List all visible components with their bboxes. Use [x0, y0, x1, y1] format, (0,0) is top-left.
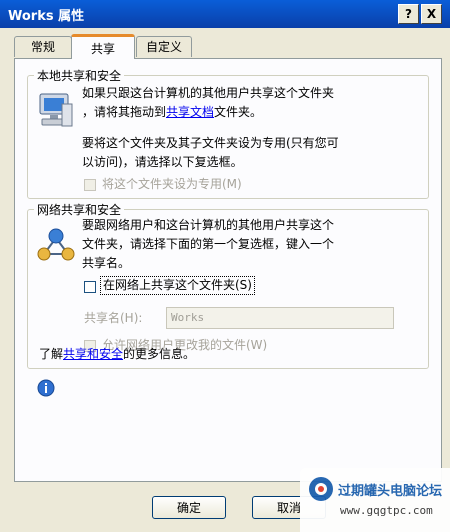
tab-custom[interactable]: 自定义 [136, 36, 192, 57]
sharing-security-link[interactable]: 共享和安全 [63, 347, 123, 361]
local-sharing-group: 本地共享和安全 如果只跟这台计算机的其他用户共享这个文件夹 ，请将其拖动到共享文… [27, 67, 429, 199]
share-folder-label[interactable]: 在网络上共享这个文件夹(S) [100, 276, 255, 295]
make-private-label: 将这个文件夹设为专用(M) [102, 177, 242, 191]
share-folder-checkbox[interactable] [84, 281, 96, 293]
local-sharing-legend: 本地共享和安全 [34, 67, 125, 84]
private-text-2: 以访问)，请选择以下复选框。 [82, 155, 243, 169]
local-text-suffix: 文件夹。 [214, 105, 263, 119]
local-sharing-text-2: ，请将其拖动到共享文档文件夹。 [82, 103, 262, 122]
watermark-url: www.gqgtpc.com [340, 504, 433, 517]
learn-more-prefix: 了解 [39, 347, 64, 361]
network-icon [37, 228, 75, 261]
watermark-logo-icon [309, 477, 333, 501]
watermark-title: 过期罐头电脑论坛 [338, 484, 443, 499]
network-text-2: 文件夹，请选择下面的第一个复选框，键入一个 [82, 237, 335, 251]
network-text-3: 共享名。 [82, 256, 131, 270]
learn-more-text: 了解共享和安全的更多信息。 [39, 345, 195, 364]
close-button[interactable]: X [421, 4, 442, 24]
shared-documents-link[interactable]: 共享文档 [166, 105, 214, 119]
local-sharing-text-1: 如果只跟这台计算机的其他用户共享这个文件夹 [82, 86, 335, 100]
sharing-panel: 本地共享和安全 如果只跟这台计算机的其他用户共享这个文件夹 ，请将其拖动到共享文… [14, 58, 442, 482]
share-name-input[interactable]: Works [166, 307, 394, 329]
tab-general[interactable]: 常规 [14, 36, 72, 57]
tab-sharing[interactable]: 共享 [71, 34, 135, 59]
share-name-label: 共享名(H): [84, 311, 143, 325]
computer-icon [39, 93, 73, 127]
info-icon [37, 379, 55, 397]
network-text-1: 要跟网络用户和这台计算机的其他用户共享这个 [82, 218, 335, 232]
watermark: 过期罐头电脑论坛 www.gqgtpc.com [300, 468, 450, 532]
learn-more-suffix: 的更多信息。 [123, 347, 196, 361]
window-title: Works 属性 [8, 9, 85, 24]
local-text-prefix: ，请将其拖动到 [82, 105, 167, 119]
ok-button[interactable]: 确定 [152, 496, 226, 519]
title-bar: Works 属性 ? X [0, 0, 450, 28]
private-text-1: 要将这个文件夹及其子文件夹设为专用(只有您可 [82, 136, 339, 150]
help-button[interactable]: ? [398, 4, 419, 24]
make-private-checkbox[interactable] [84, 179, 96, 191]
